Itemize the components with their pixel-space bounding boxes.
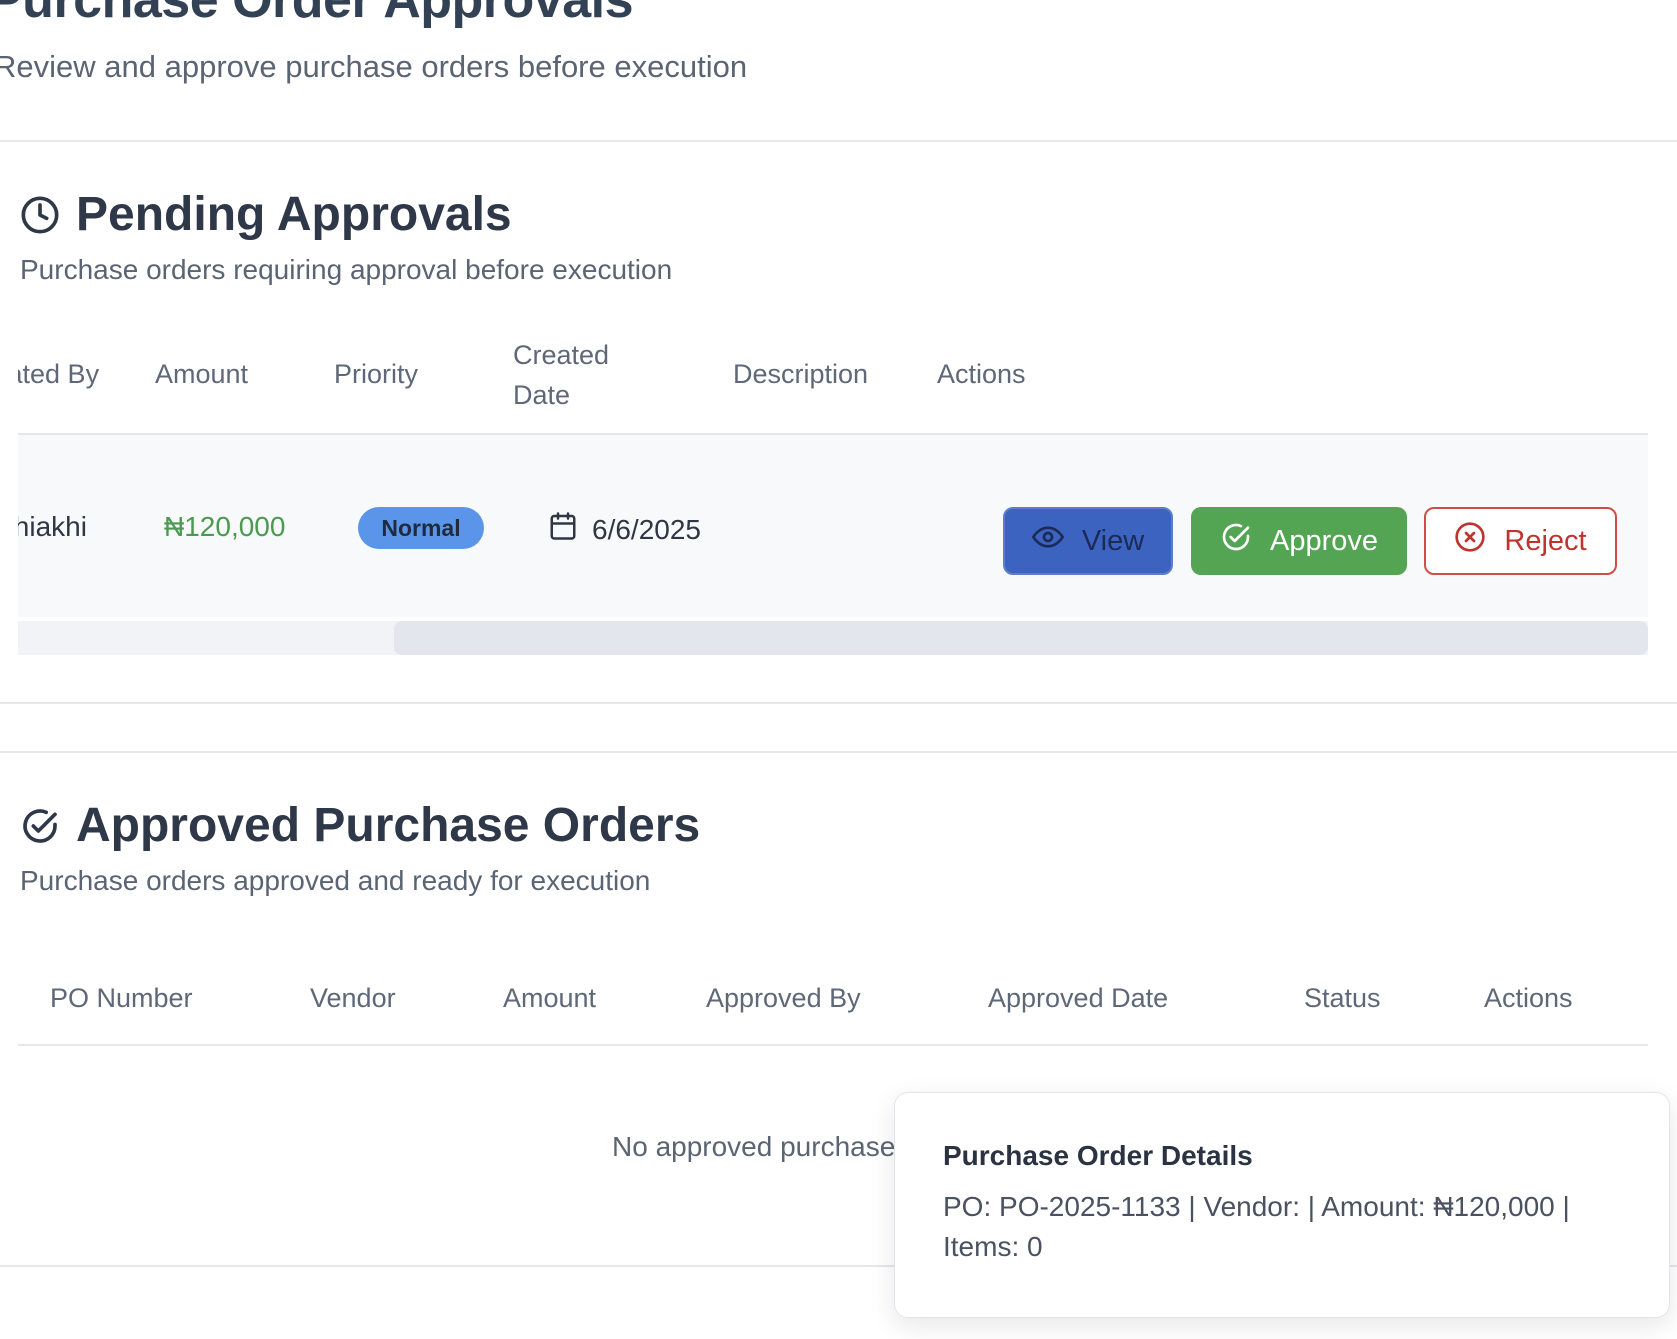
clock-icon (20, 195, 60, 235)
pending-approvals-heading: Pending Approvals (20, 187, 512, 242)
approve-button-label: Approve (1269, 524, 1378, 557)
created-by-cell: Ughiakhi (18, 511, 87, 542)
priority-badge: Normal (358, 507, 484, 549)
column-description: Description (733, 359, 869, 389)
calendar-icon (548, 511, 578, 548)
purchase-order-details-popover: Purchase Order Details PO: PO-2025-1133 … (894, 1092, 1670, 1318)
reject-button-label: Reject (1504, 524, 1587, 557)
column-amount: Amount (155, 359, 249, 389)
pending-table-header: Created By Amount Priority Created Date … (18, 312, 1648, 437)
eye-icon (1031, 521, 1064, 561)
view-button-label: View (1081, 524, 1145, 557)
column-approved-date: Approved Date (988, 983, 1169, 1013)
created-date-text: 6/6/2025 (592, 513, 701, 545)
column-created-by: Created By (18, 359, 100, 389)
column-vendor: Vendor (310, 983, 396, 1013)
check-circle-icon (20, 806, 60, 846)
pending-approvals-card: Pending Approvals Purchase orders requir… (0, 140, 1677, 704)
created-date-cell: 6/6/2025 (548, 511, 701, 548)
table-row: Ughiakhi ₦120,000 Normal 6/6/2025 View (18, 435, 1648, 617)
column-approved-by: Approved By (706, 983, 861, 1013)
check-circle-icon (1220, 521, 1252, 561)
page-title: Purchase Order Approvals (0, 0, 633, 29)
scrollbar-thumb[interactable] (394, 621, 1648, 655)
column-created-date: Created Date (513, 340, 610, 410)
column-po-number: PO Number (50, 983, 193, 1013)
pending-approvals-description: Purchase orders requiring approval befor… (20, 254, 673, 285)
column-amount: Amount (503, 983, 597, 1013)
column-actions: Actions (937, 359, 1026, 389)
reject-button[interactable]: Reject (1424, 507, 1617, 575)
approved-orders-title: Approved Purchase Orders (76, 799, 701, 852)
approved-orders-description: Purchase orders approved and ready for e… (20, 865, 651, 896)
horizontal-scrollbar[interactable] (18, 621, 1648, 655)
approve-button[interactable]: Approve (1191, 507, 1407, 575)
x-circle-icon (1454, 521, 1486, 561)
view-button[interactable]: View (1003, 507, 1173, 575)
approved-orders-heading: Approved Purchase Orders (20, 798, 700, 853)
popover-title: Purchase Order Details (943, 1140, 1253, 1171)
approved-header-divider (18, 1044, 1648, 1046)
amount-cell: ₦120,000 (164, 511, 286, 542)
column-actions: Actions (1484, 983, 1573, 1013)
column-status: Status (1304, 983, 1381, 1013)
page-subtitle: Review and approve purchase orders befor… (0, 49, 748, 84)
column-priority: Priority (334, 359, 419, 389)
popover-body: PO: PO-2025-1133 | Vendor: | Amount: ₦12… (943, 1191, 1570, 1262)
pending-approvals-title: Pending Approvals (76, 188, 512, 241)
